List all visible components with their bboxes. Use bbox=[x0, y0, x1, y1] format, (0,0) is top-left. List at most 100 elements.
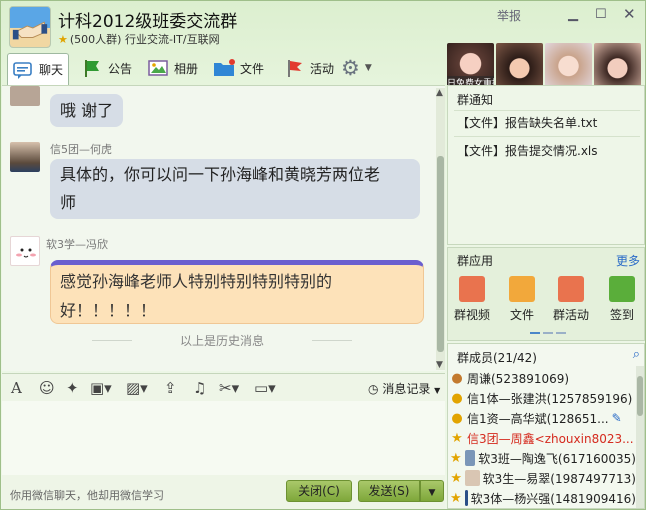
tab-album[interactable]: 相册 bbox=[143, 53, 202, 83]
message-line: 师 bbox=[60, 193, 77, 212]
member-row[interactable]: ● 周谦(523891069) bbox=[450, 368, 636, 388]
owner-icon: ● bbox=[451, 370, 463, 386]
close-button[interactable]: 关闭(C) bbox=[286, 480, 352, 502]
notice-item[interactable]: 【文件】报告缺失名单.txt bbox=[457, 114, 597, 131]
avatar[interactable] bbox=[594, 43, 641, 89]
app-label: 签到 bbox=[609, 308, 634, 322]
member-row[interactable]: ● 信1资—高华斌(128651... ✎ bbox=[450, 408, 636, 428]
app-checkin[interactable]: 签到 bbox=[602, 276, 642, 323]
app-file[interactable]: 文件 bbox=[502, 276, 542, 323]
flag-icon bbox=[85, 60, 99, 77]
right-panel: 群通知 【文件】报告缺失名单.txt 【文件】报告提交情况.xls 群应用 更多… bbox=[447, 85, 645, 509]
send-options-button[interactable]: ▼ bbox=[420, 480, 444, 502]
star-icon: ★ bbox=[450, 450, 462, 466]
sticker-icon[interactable]: ▣▾ bbox=[90, 379, 112, 397]
group-members-panel: 群成员(21/42) ⌕ ● 周谦(523891069) ● 信1体—张建洪(1… bbox=[447, 343, 645, 509]
scroll-down-icon[interactable]: ▼ bbox=[436, 360, 443, 370]
chevron-down-icon: ▼ bbox=[364, 63, 372, 73]
upload-icon[interactable]: ⇪ bbox=[164, 379, 177, 397]
screen-share-icon[interactable]: ▭▾ bbox=[254, 379, 276, 397]
star-icon: ★ bbox=[450, 470, 463, 486]
report-button[interactable]: 举报 bbox=[497, 7, 521, 24]
scroll-thumb[interactable] bbox=[437, 156, 444, 352]
avatar bbox=[465, 470, 480, 486]
app-label: 群活动 bbox=[552, 308, 589, 322]
admin-icon: ● bbox=[451, 410, 463, 426]
group-avatar[interactable] bbox=[9, 6, 51, 48]
folder-icon bbox=[214, 59, 235, 76]
tab-album-label: 相册 bbox=[174, 61, 199, 76]
message-history-button[interactable]: ◷ 消息记录 ▼ bbox=[368, 380, 440, 397]
message-bubble-decorated: 感觉孙海峰老师人特别特别特别特别的 好！！！！！ bbox=[50, 260, 424, 324]
folder-icon bbox=[509, 276, 535, 302]
member-row[interactable]: ● 信1体—张建洪(1257859196) bbox=[450, 388, 636, 408]
app-activity[interactable]: 群活动 bbox=[551, 276, 591, 323]
message-text: 感觉孙海峰老师人特别特别特别特别的 好！！！！！ bbox=[60, 267, 380, 325]
tab-notice-label: 公告 bbox=[108, 61, 133, 76]
member-name: 信1资—高华斌(128651... bbox=[467, 411, 609, 426]
member-row[interactable]: ★ 软3生—易翠(1987497713) bbox=[450, 468, 636, 488]
qq-group-chat-window: 计科2012级班委交流群 ★ (500人群) 行业交流-IT/互联网 举报 ▁ ☐… bbox=[0, 0, 646, 510]
message-sender: 信5团—何虎 bbox=[50, 143, 112, 156]
apps-more-link[interactable]: 更多 bbox=[616, 252, 640, 269]
gear-icon: ⚙ bbox=[341, 56, 360, 80]
message-bubble: 哦 谢了 bbox=[50, 94, 124, 127]
member-name: 软3班—陶逸飞(617160035) bbox=[478, 451, 636, 466]
apps-title: 群应用 bbox=[457, 254, 494, 268]
member-row[interactable]: ★ 信3团—周鑫<zhouxin8023... bbox=[450, 428, 636, 448]
activity-flag-icon bbox=[288, 60, 302, 77]
music-icon[interactable]: ♫ bbox=[193, 379, 206, 397]
avatar[interactable] bbox=[10, 236, 40, 266]
minimize-icon[interactable]: ▁ bbox=[568, 7, 578, 22]
image-icon[interactable]: ▨▾ bbox=[126, 379, 148, 397]
admin-icon: ● bbox=[451, 390, 463, 406]
message-input[interactable] bbox=[2, 401, 445, 475]
notice-title: 群通知 bbox=[457, 93, 494, 107]
font-icon[interactable]: A bbox=[11, 379, 22, 397]
divider bbox=[454, 136, 640, 137]
page-dots[interactable] bbox=[530, 332, 566, 334]
tab-activity[interactable]: 活动 bbox=[279, 53, 338, 83]
avatar[interactable]: 日免费女重播 bbox=[447, 43, 494, 89]
group-subtitle: ★ (500人群) 行业交流-IT/互联网 bbox=[58, 31, 220, 47]
member-name: 信3团—周鑫<zhouxin8023... bbox=[467, 431, 634, 446]
avatar[interactable] bbox=[496, 43, 543, 89]
member-row[interactable]: ★ 软3体—杨兴强(1481909416) bbox=[450, 488, 636, 508]
app-label: 文件 bbox=[509, 308, 534, 322]
tab-file[interactable]: 文件 bbox=[209, 53, 268, 83]
group-title: 计科2012级班委交流群 bbox=[58, 12, 238, 32]
scroll-thumb[interactable] bbox=[637, 376, 643, 416]
avatar[interactable] bbox=[10, 86, 40, 106]
search-icon[interactable]: ⌕ bbox=[633, 347, 640, 362]
send-button[interactable]: 发送(S) bbox=[358, 480, 420, 502]
chat-scrollbar[interactable]: ▲ ▼ bbox=[436, 88, 445, 370]
notice-item[interactable]: 【文件】报告提交情况.xls bbox=[457, 142, 598, 159]
message-line: 感觉孙海峰老师人特别特别特别特别的 bbox=[60, 272, 333, 291]
members-scrollbar[interactable] bbox=[636, 366, 644, 508]
avatar[interactable] bbox=[10, 142, 40, 172]
close-icon[interactable]: ✕ bbox=[623, 5, 636, 23]
settings-menu[interactable]: ⚙ ▼ bbox=[337, 53, 376, 83]
app-group-video[interactable]: 群视频 bbox=[452, 276, 492, 323]
chevron-down-icon: ▼ bbox=[428, 488, 436, 498]
tab-chat[interactable]: 聊天 bbox=[7, 53, 69, 85]
magic-icon[interactable]: ✦ bbox=[66, 379, 79, 397]
member-row[interactable]: ★ 软3班—陶逸飞(617160035) bbox=[450, 448, 636, 468]
member-name: 软3体—杨兴强(1481909416) bbox=[470, 491, 636, 506]
members-title: 群成员(21/42) bbox=[457, 351, 537, 365]
chat-history[interactable]: 哦 谢了 信5团—何虎 具体的，你可以问一下孙海峰和黄晓芳两位老 师 软3学—冯… bbox=[2, 85, 445, 371]
input-toolbar: A ☺ ✦ ▣▾ ▨▾ ⇪ ♫ ✂▾ ▭▾ ◷ 消息记录 ▼ bbox=[2, 373, 445, 401]
maximize-icon[interactable]: ☐ bbox=[595, 7, 607, 22]
scroll-up-icon[interactable]: ▲ bbox=[436, 88, 443, 98]
edit-icon[interactable]: ✎ bbox=[612, 411, 622, 425]
screenshot-icon[interactable]: ✂▾ bbox=[219, 379, 239, 397]
tab-notice[interactable]: 公告 bbox=[77, 53, 136, 83]
activity-flag-icon bbox=[558, 276, 584, 302]
app-label: 群视频 bbox=[453, 308, 490, 322]
album-icon bbox=[148, 60, 168, 76]
avatar[interactable] bbox=[545, 43, 592, 89]
message-sender: 软3学—冯欣 bbox=[46, 238, 108, 251]
star-icon: ★ bbox=[451, 430, 463, 446]
emoji-icon[interactable]: ☺ bbox=[39, 379, 55, 397]
message-history-label: 消息记录 bbox=[382, 382, 431, 396]
